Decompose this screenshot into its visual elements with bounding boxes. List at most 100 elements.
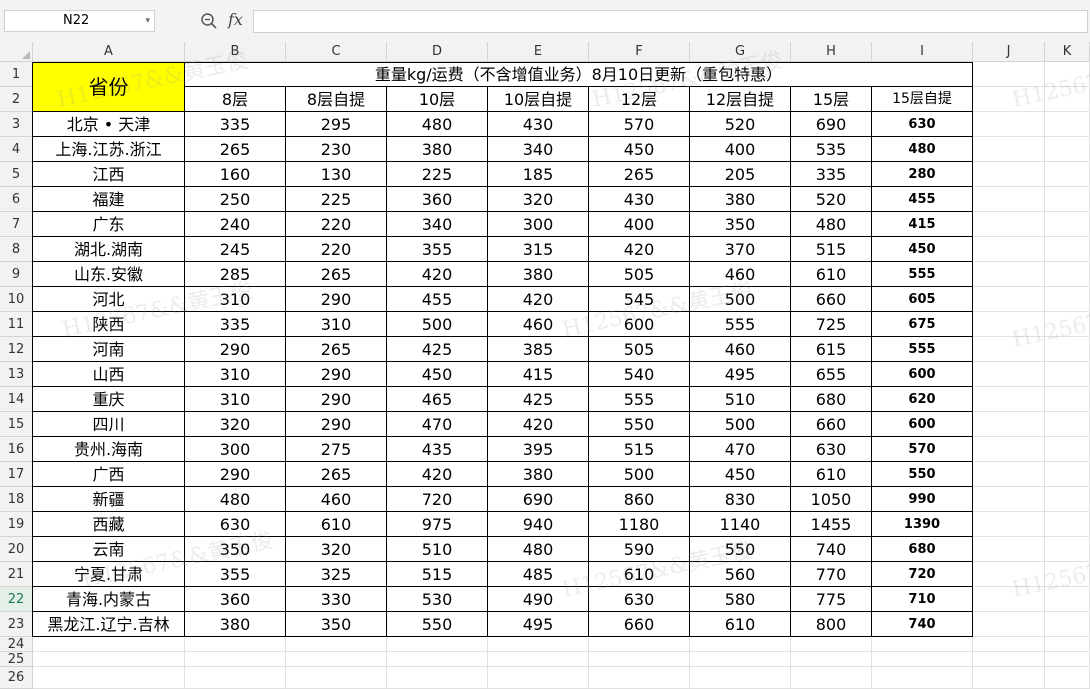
empty-cell[interactable]	[973, 362, 1045, 387]
data-cell[interactable]: 570	[589, 112, 690, 137]
empty-cell[interactable]	[1045, 587, 1090, 612]
data-cell[interactable]: 600	[872, 362, 973, 387]
data-cell[interactable]: 660	[589, 612, 690, 637]
empty-cell[interactable]	[1045, 62, 1090, 87]
data-cell[interactable]: 黑龙江.辽宁.吉林	[33, 612, 185, 637]
empty-cell[interactable]	[1045, 412, 1090, 437]
data-cell[interactable]: 485	[488, 562, 589, 587]
data-cell[interactable]: 450	[872, 237, 973, 262]
data-cell[interactable]: 220	[286, 237, 387, 262]
data-cell[interactable]: 1050	[791, 487, 872, 512]
data-cell[interactable]: 285	[185, 262, 286, 287]
empty-cell[interactable]	[872, 667, 973, 689]
row-header-1[interactable]: 1	[0, 62, 33, 87]
column-header-b[interactable]: B	[185, 42, 286, 62]
data-cell[interactable]: 630	[185, 512, 286, 537]
data-cell[interactable]: 1140	[690, 512, 791, 537]
row-header-12[interactable]: 12	[0, 337, 33, 362]
data-cell[interactable]: 420	[589, 237, 690, 262]
empty-cell[interactable]	[791, 652, 872, 667]
empty-cell[interactable]	[973, 187, 1045, 212]
data-cell[interactable]: 725	[791, 312, 872, 337]
data-cell[interactable]: 380	[690, 187, 791, 212]
column-header-i[interactable]: I	[872, 42, 973, 62]
empty-cell[interactable]	[973, 337, 1045, 362]
empty-cell[interactable]	[690, 652, 791, 667]
empty-cell[interactable]	[973, 652, 1045, 667]
empty-cell[interactable]	[973, 212, 1045, 237]
data-cell[interactable]: 535	[791, 137, 872, 162]
data-cell[interactable]: 350	[286, 612, 387, 637]
data-cell[interactable]: 425	[488, 387, 589, 412]
data-cell[interactable]: 420	[488, 412, 589, 437]
data-cell[interactable]: 520	[791, 187, 872, 212]
empty-cell[interactable]	[589, 667, 690, 689]
data-cell[interactable]: 435	[387, 437, 488, 462]
empty-cell[interactable]	[1045, 612, 1090, 637]
row-header-7[interactable]: 7	[0, 212, 33, 237]
data-cell[interactable]: 宁夏.甘肃	[33, 562, 185, 587]
row-header-21[interactable]: 21	[0, 562, 33, 587]
empty-cell[interactable]	[1045, 137, 1090, 162]
data-cell[interactable]: 460	[488, 312, 589, 337]
data-cell[interactable]: 265	[286, 262, 387, 287]
row-header-17[interactable]: 17	[0, 462, 33, 487]
data-cell[interactable]: 610	[791, 262, 872, 287]
data-cell[interactable]: 350	[185, 537, 286, 562]
empty-cell[interactable]	[1045, 437, 1090, 462]
empty-cell[interactable]	[973, 667, 1045, 689]
data-cell[interactable]: 310	[185, 362, 286, 387]
data-cell[interactable]: 385	[488, 337, 589, 362]
data-cell[interactable]: 555	[872, 262, 973, 287]
empty-cell[interactable]	[973, 487, 1045, 512]
row-header-15[interactable]: 15	[0, 412, 33, 437]
empty-cell[interactable]	[1045, 462, 1090, 487]
empty-cell[interactable]	[973, 587, 1045, 612]
row-header-4[interactable]: 4	[0, 137, 33, 162]
data-cell[interactable]: 310	[185, 287, 286, 312]
data-cell[interactable]: 770	[791, 562, 872, 587]
data-cell[interactable]: 400	[690, 137, 791, 162]
data-cell[interactable]: 420	[387, 262, 488, 287]
data-cell[interactable]: 520	[690, 112, 791, 137]
data-cell[interactable]: 230	[286, 137, 387, 162]
row-header-24[interactable]: 24	[0, 637, 33, 652]
row-header-2[interactable]: 2	[0, 87, 33, 112]
name-box[interactable]: N22 ▾	[4, 10, 155, 32]
row-header-5[interactable]: 5	[0, 162, 33, 187]
data-cell[interactable]: 480	[488, 537, 589, 562]
data-cell[interactable]: 355	[185, 562, 286, 587]
data-cell[interactable]: 360	[185, 587, 286, 612]
data-cell[interactable]: 570	[872, 437, 973, 462]
data-cell[interactable]: 610	[690, 612, 791, 637]
data-cell[interactable]: 310	[185, 387, 286, 412]
data-cell[interactable]: 630	[791, 437, 872, 462]
data-cell[interactable]: 新疆	[33, 487, 185, 512]
data-cell[interactable]: 480	[387, 112, 488, 137]
data-cell[interactable]: 130	[286, 162, 387, 187]
data-cell[interactable]: 290	[286, 387, 387, 412]
data-cell[interactable]: 290	[185, 462, 286, 487]
empty-cell[interactable]	[286, 667, 387, 689]
data-cell[interactable]: 975	[387, 512, 488, 537]
empty-cell[interactable]	[1045, 537, 1090, 562]
data-cell[interactable]: 西藏	[33, 512, 185, 537]
empty-cell[interactable]	[1045, 652, 1090, 667]
empty-cell[interactable]	[973, 562, 1045, 587]
data-cell[interactable]: 680	[872, 537, 973, 562]
empty-cell[interactable]	[872, 652, 973, 667]
data-cell[interactable]: 240	[185, 212, 286, 237]
header-cell[interactable]: 15层自提	[872, 87, 973, 112]
data-cell[interactable]: 陕西	[33, 312, 185, 337]
data-cell[interactable]: 610	[791, 462, 872, 487]
data-cell[interactable]: 1180	[589, 512, 690, 537]
data-cell[interactable]: 800	[791, 612, 872, 637]
data-cell[interactable]: 225	[286, 187, 387, 212]
data-cell[interactable]: 740	[872, 612, 973, 637]
empty-cell[interactable]	[1045, 562, 1090, 587]
data-cell[interactable]: 220	[286, 212, 387, 237]
data-cell[interactable]: 310	[286, 312, 387, 337]
header-cell[interactable]: 10层	[387, 87, 488, 112]
empty-cell[interactable]	[1045, 512, 1090, 537]
data-cell[interactable]: 660	[791, 287, 872, 312]
